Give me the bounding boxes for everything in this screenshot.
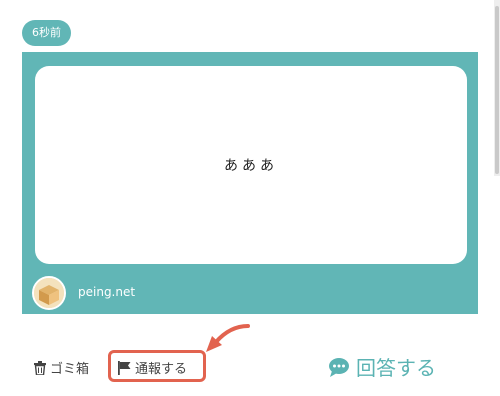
answer-label: 回答する	[356, 356, 436, 380]
annotation-arrow-icon	[206, 324, 250, 352]
scrollbar-thumb[interactable]	[495, 6, 499, 174]
flag-icon	[118, 360, 131, 375]
question-card: あああ peing.net	[22, 52, 478, 314]
box-avatar-icon	[32, 276, 66, 310]
trash-label: ゴミ箱	[50, 362, 90, 377]
report-label: 通報する	[135, 362, 188, 377]
answer-button[interactable]: 回答する	[328, 352, 436, 381]
report-button[interactable]: 通報する	[118, 358, 187, 377]
question-text: あああ	[224, 158, 278, 174]
trash-button[interactable]: ゴミ箱	[34, 358, 89, 377]
trash-icon	[34, 360, 46, 375]
speech-bubble-icon	[329, 357, 349, 377]
scrollbar[interactable]	[494, 0, 500, 176]
question-page: 6秒前 あああ peing.net ゴミ箱 通報する 回答する	[0, 0, 500, 396]
question-box: あああ	[35, 66, 467, 264]
site-label: peing.net	[78, 285, 136, 299]
time-badge: 6秒前	[22, 20, 71, 46]
